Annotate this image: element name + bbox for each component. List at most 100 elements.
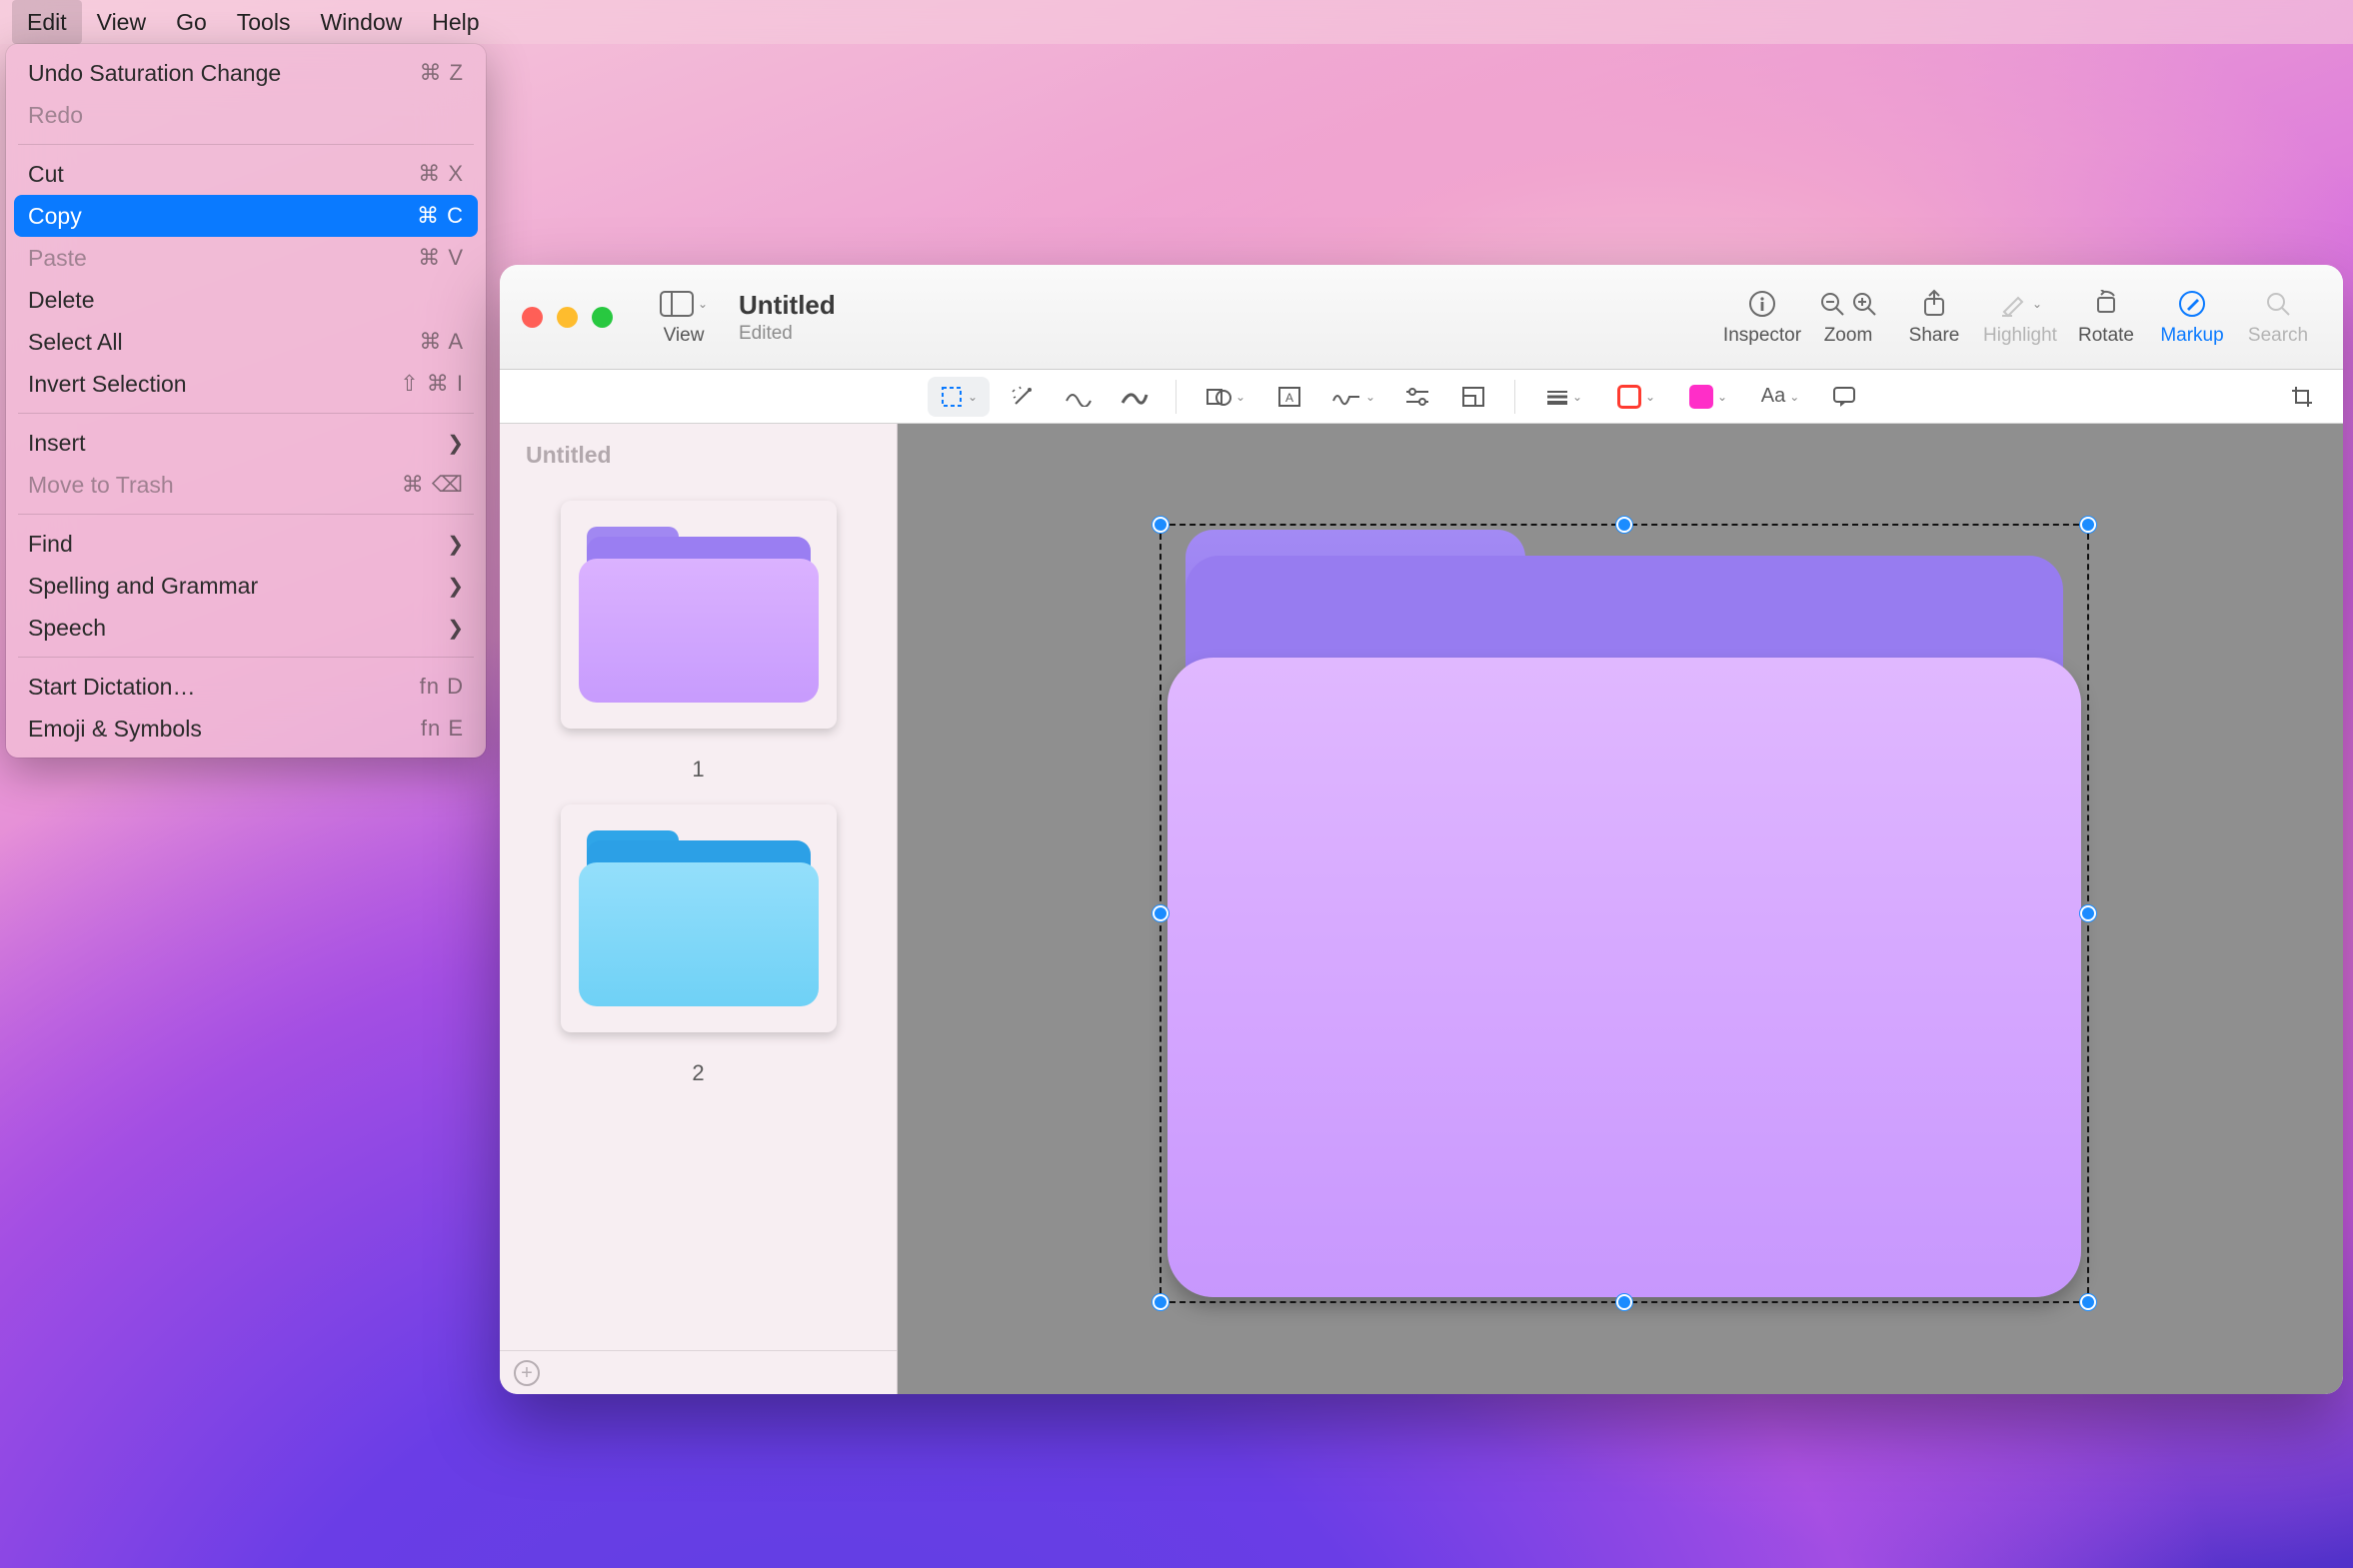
textbox-icon: A <box>1277 386 1301 408</box>
menuitem-label: Delete <box>28 287 94 314</box>
zoom-out-icon[interactable] <box>1819 291 1845 317</box>
toolbar-label: Markup <box>2160 325 2223 347</box>
resize-handle-tr[interactable] <box>2080 517 2096 533</box>
menuitem-move-to-trash: Move to Trash ⌘ ⌫ <box>14 464 478 506</box>
chevron-down-icon: ⌄ <box>1645 390 1655 404</box>
edit-menu-dropdown: Undo Saturation Change ⌘ Z Redo Cut ⌘ X … <box>6 44 486 758</box>
resize-handle-mr[interactable] <box>2080 905 2096 921</box>
close-button[interactable] <box>522 307 543 328</box>
resize-handle-ml[interactable] <box>1153 905 1169 921</box>
menuitem-shortcut: ⌘ Z <box>419 60 464 86</box>
canvas-area[interactable] <box>898 424 2343 1394</box>
selection-marquee[interactable] <box>1160 524 2089 1303</box>
menu-go[interactable]: Go <box>161 0 222 44</box>
wand-icon <box>1010 384 1036 410</box>
menuitem-insert[interactable]: Insert ❯ <box>14 422 478 464</box>
menu-edit[interactable]: Edit <box>12 0 82 44</box>
chevron-down-icon: ⌄ <box>2032 297 2042 311</box>
menuitem-label: Invert Selection <box>28 371 187 398</box>
inspector-button[interactable]: Inspector <box>1719 287 1805 347</box>
selection-tool[interactable]: ⌄ <box>928 377 990 417</box>
instant-alpha-tool[interactable] <box>1000 377 1046 417</box>
markup-toolbar: ⌄ ⌄ A ⌄ ⌄ <box>500 370 2343 424</box>
sliders-icon <box>1404 387 1430 407</box>
draw-tool[interactable] <box>1112 377 1158 417</box>
zoom-buttons[interactable]: Zoom <box>1805 287 1891 347</box>
preview-window: ⌄ View Untitled Edited Inspector Zoom Sh… <box>500 265 2343 1394</box>
menuitem-cut[interactable]: Cut ⌘ X <box>14 153 478 195</box>
adjust-color-tool[interactable] <box>1394 377 1440 417</box>
menuitem-label: Insert <box>28 430 86 457</box>
menu-separator <box>18 657 474 658</box>
chevron-right-icon: ❯ <box>447 574 464 599</box>
menuitem-invert-selection[interactable]: Invert Selection ⇧ ⌘ I <box>14 363 478 405</box>
menuitem-label: Spelling and Grammar <box>28 573 258 600</box>
fill-color-tool[interactable]: ⌄ <box>1677 377 1739 417</box>
menu-separator <box>18 413 474 414</box>
menuitem-undo[interactable]: Undo Saturation Change ⌘ Z <box>14 52 478 94</box>
menuitem-spelling-grammar[interactable]: Spelling and Grammar ❯ <box>14 565 478 607</box>
resize-handle-tl[interactable] <box>1153 517 1169 533</box>
titlebar[interactable]: ⌄ View Untitled Edited Inspector Zoom Sh… <box>500 265 2343 370</box>
toolbar-label: Share <box>1909 325 1960 347</box>
shapes-icon <box>1205 386 1231 408</box>
share-button[interactable]: Share <box>1891 287 1977 347</box>
resize-handle-bl[interactable] <box>1153 1294 1169 1310</box>
adjust-size-tool[interactable] <box>1450 377 1496 417</box>
menu-help[interactable]: Help <box>417 0 494 44</box>
chevron-right-icon: ❯ <box>447 431 464 456</box>
border-color-swatch <box>1617 385 1641 409</box>
fullscreen-button[interactable] <box>592 307 613 328</box>
resize-handle-tm[interactable] <box>1616 517 1632 533</box>
menuitem-select-all[interactable]: Select All ⌘ A <box>14 321 478 363</box>
zoom-in-icon[interactable] <box>1851 291 1877 317</box>
sketch-tool[interactable] <box>1056 377 1102 417</box>
chevron-down-icon: ⌄ <box>1717 390 1727 404</box>
rotate-button[interactable]: Rotate <box>2063 287 2149 347</box>
toolbar-label: Zoom <box>1824 325 1873 347</box>
resize-handle-br[interactable] <box>2080 1294 2096 1310</box>
shapes-tool[interactable]: ⌄ <box>1194 377 1256 417</box>
text-tool[interactable]: A <box>1266 377 1312 417</box>
highlight-button[interactable]: ⌄ Highlight <box>1977 287 2063 347</box>
menu-view[interactable]: View <box>82 0 161 44</box>
menuitem-shortcut: fn E <box>421 716 464 742</box>
menuitem-label: Start Dictation… <box>28 674 195 701</box>
text-style-tool[interactable]: Aa ⌄ <box>1749 377 1811 417</box>
document-title-group[interactable]: Untitled Edited <box>739 290 836 345</box>
shape-style-tool[interactable]: ⌄ <box>1533 377 1595 417</box>
minimize-button[interactable] <box>557 307 578 328</box>
menuitem-speech[interactable]: Speech ❯ <box>14 607 478 649</box>
document-subtitle: Edited <box>739 323 836 345</box>
menu-window[interactable]: Window <box>305 0 417 44</box>
menuitem-delete[interactable]: Delete <box>14 279 478 321</box>
toolbar-label: Highlight <box>1983 325 2057 347</box>
menuitem-label: Undo Saturation Change <box>28 60 281 87</box>
crop-tool[interactable] <box>2279 377 2325 417</box>
speech-bubble-icon <box>1832 386 1856 408</box>
toolbar-label: View <box>664 325 705 347</box>
resize-handle-bm[interactable] <box>1616 1294 1632 1310</box>
menuitem-start-dictation[interactable]: Start Dictation… fn D <box>14 666 478 708</box>
chevron-right-icon: ❯ <box>447 532 464 557</box>
sign-tool[interactable]: ⌄ <box>1322 377 1384 417</box>
menu-tools[interactable]: Tools <box>222 0 306 44</box>
chevron-down-icon: ⌄ <box>1789 390 1799 404</box>
signature-icon <box>1331 387 1361 407</box>
menuitem-find[interactable]: Find ❯ <box>14 523 478 565</box>
chevron-down-icon: ⌄ <box>968 390 978 404</box>
text-style-label: Aa <box>1761 385 1785 408</box>
search-button[interactable]: Search <box>2235 287 2321 347</box>
menuitem-emoji-symbols[interactable]: Emoji & Symbols fn E <box>14 708 478 750</box>
page-thumbnail[interactable]: 2 <box>500 804 897 1086</box>
menuitem-shortcut: fn D <box>420 674 464 700</box>
markup-button[interactable]: Markup <box>2149 287 2235 347</box>
menuitem-shortcut: ⌘ V <box>418 245 464 271</box>
border-color-tool[interactable]: ⌄ <box>1605 377 1667 417</box>
page-thumbnail[interactable]: 1 <box>500 501 897 783</box>
annotate-tool[interactable] <box>1821 377 1867 417</box>
add-page-button[interactable]: + <box>514 1360 540 1386</box>
menuitem-copy[interactable]: Copy ⌘ C <box>14 195 478 237</box>
view-mode-button[interactable]: ⌄ View <box>641 287 727 347</box>
line-weight-icon <box>1546 389 1568 405</box>
